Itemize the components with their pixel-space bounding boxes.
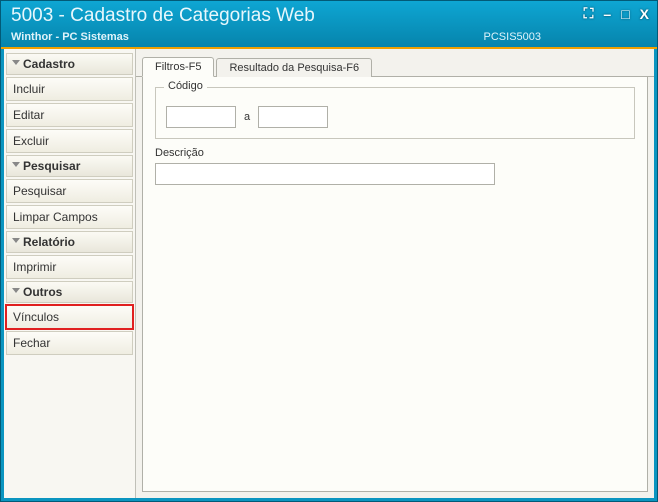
chevron-down-icon bbox=[11, 288, 20, 297]
sidebar-item-limpar-campos[interactable]: Limpar Campos bbox=[6, 205, 133, 229]
client-area: Cadastro Incluir Editar Excluir Pesquisa… bbox=[1, 49, 657, 501]
tab-bar: Filtros-F5 Resultado da Pesquisa-F6 bbox=[136, 53, 654, 77]
maximize-icon[interactable]: □ bbox=[621, 6, 629, 22]
sidebar-item-imprimir[interactable]: Imprimir bbox=[6, 255, 133, 279]
tab-filtros[interactable]: Filtros-F5 bbox=[142, 57, 214, 77]
tab-resultado[interactable]: Resultado da Pesquisa-F6 bbox=[216, 58, 372, 77]
group-header-relatorio[interactable]: Relatório bbox=[6, 231, 133, 253]
group-header-cadastro[interactable]: Cadastro bbox=[6, 53, 133, 75]
codigo-to-label: a bbox=[242, 111, 252, 123]
window-subtitle: Winthor - PC Sistemas bbox=[11, 30, 647, 44]
chevron-down-icon bbox=[11, 162, 20, 171]
sidebar-item-fechar[interactable]: Fechar bbox=[6, 331, 133, 355]
sidebar-item-vinculos[interactable]: Vínculos bbox=[6, 305, 133, 329]
chevron-down-icon bbox=[11, 238, 20, 247]
group-label: Relatório bbox=[23, 235, 75, 249]
app-window: 5003 - Cadastro de Categorias Web Wintho… bbox=[0, 0, 658, 502]
sidebar-item-incluir[interactable]: Incluir bbox=[6, 77, 133, 101]
group-label: Pesquisar bbox=[23, 159, 80, 173]
main-area: Filtros-F5 Resultado da Pesquisa-F6 Códi… bbox=[136, 49, 654, 498]
codigo-from-input[interactable] bbox=[166, 106, 236, 128]
filters-panel: Código a Descrição bbox=[142, 77, 648, 492]
expand-icon[interactable]: ⛶ bbox=[584, 5, 594, 22]
titlebar: 5003 - Cadastro de Categorias Web Wintho… bbox=[1, 1, 657, 49]
sidebar-item-excluir[interactable]: Excluir bbox=[6, 129, 133, 153]
minimize-icon[interactable]: – bbox=[603, 6, 611, 22]
codigo-to-input[interactable] bbox=[258, 106, 328, 128]
group-header-pesquisar[interactable]: Pesquisar bbox=[6, 155, 133, 177]
group-label: Cadastro bbox=[23, 57, 75, 71]
codigo-fieldset: Código a bbox=[155, 87, 635, 139]
group-label: Outros bbox=[23, 285, 62, 299]
chevron-down-icon bbox=[11, 60, 20, 69]
descricao-label: Descrição bbox=[155, 147, 635, 159]
codigo-label: Código bbox=[164, 80, 207, 92]
codigo-row: a bbox=[166, 106, 624, 128]
window-controls: ⛶ – □ X bbox=[584, 5, 649, 22]
descricao-input[interactable] bbox=[155, 163, 495, 185]
status-code: PCSIS5003 bbox=[484, 31, 541, 43]
group-header-outros[interactable]: Outros bbox=[6, 281, 133, 303]
sidebar-item-pesquisar[interactable]: Pesquisar bbox=[6, 179, 133, 203]
sidebar: Cadastro Incluir Editar Excluir Pesquisa… bbox=[4, 49, 136, 498]
sidebar-item-editar[interactable]: Editar bbox=[6, 103, 133, 127]
close-icon[interactable]: X bbox=[640, 6, 649, 22]
window-title: 5003 - Cadastro de Categorias Web bbox=[11, 4, 647, 28]
